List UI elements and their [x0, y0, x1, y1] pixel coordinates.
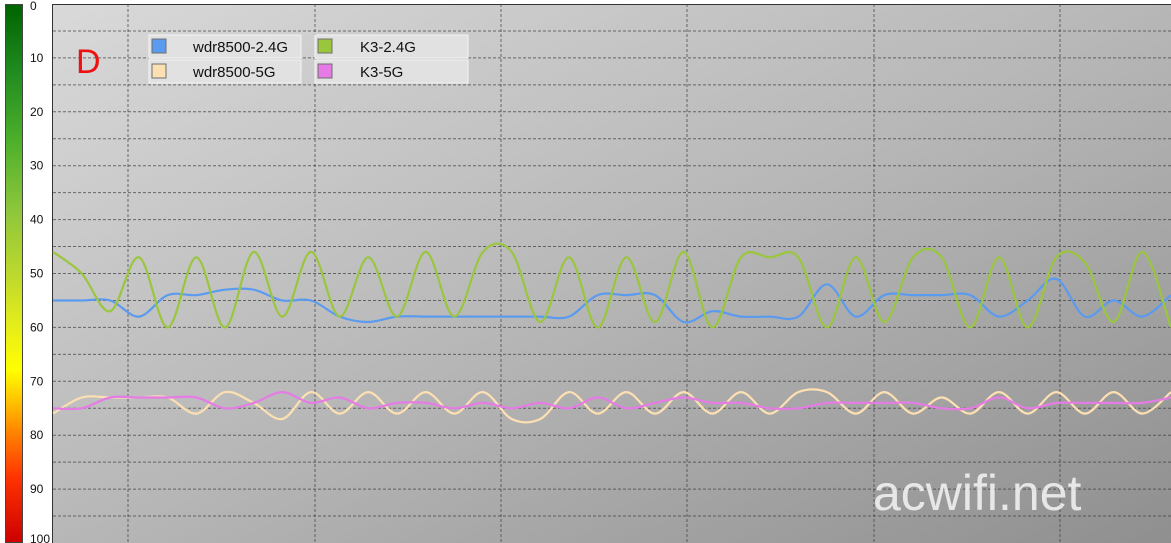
y-tick-label: 20 [30, 105, 44, 119]
chart-annotation: D [76, 43, 101, 81]
legend-entry-k3-2-4g: K3-2.4G [314, 34, 469, 59]
legend-label: wdr8500-5G [192, 64, 276, 81]
legend: wdr8500-2.4G wdr8500-5G K3-2.4G K3-5G [148, 34, 469, 84]
grid [53, 4, 1171, 543]
series-line-k3-2-4g [52, 242, 1171, 329]
y-tick-label: 40 [30, 213, 44, 227]
legend-entry-k3-5g: K3-5G [314, 59, 469, 84]
legend-entry-wdr8500-5g: wdr8500-5G [148, 59, 302, 84]
y-tick-label: 0 [30, 0, 37, 13]
y-tick-label: 100 [30, 532, 50, 543]
series-lines [52, 242, 1171, 424]
y-tick-label: 80 [30, 428, 44, 442]
legend-label: wdr8500-2.4G [192, 39, 288, 56]
y-tick-label: 60 [30, 320, 44, 334]
legend-swatch [317, 63, 333, 79]
legend-swatch [317, 38, 333, 54]
legend-entry-wdr8500-2-4g: wdr8500-2.4G [148, 34, 302, 59]
legend-swatch [151, 38, 167, 54]
legend-label: K3-2.4G [360, 39, 416, 56]
series-line-wdr8500-5g [52, 388, 1171, 424]
legend-label: K3-5G [360, 64, 403, 81]
watermark-text: acwifi.net [873, 465, 1082, 521]
y-tick-label: 70 [30, 374, 44, 388]
y-tick-label: 50 [30, 267, 44, 281]
y-tick-label: 30 [30, 159, 44, 173]
y-tick-label: 10 [30, 51, 44, 65]
y-tick-label: 90 [30, 482, 44, 496]
y-tick-labels: 0 10 20 30 40 50 60 70 80 90 100 [30, 0, 50, 543]
line-chart: 0102030405060708090100 wdr8500-2.4Gwdr85… [30, 0, 1171, 543]
legend-swatch [151, 63, 167, 79]
